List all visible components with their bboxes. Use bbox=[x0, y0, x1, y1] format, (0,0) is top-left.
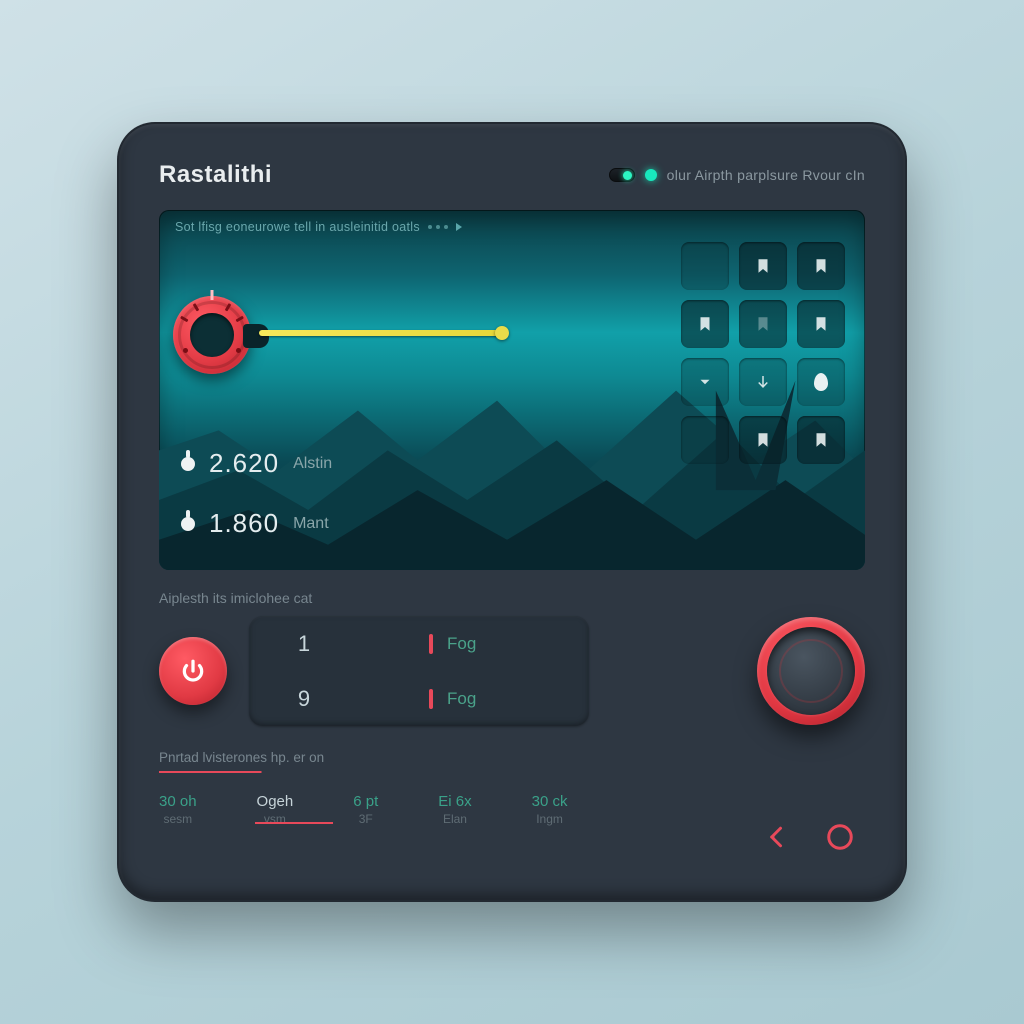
scale-option-0[interactable]: 30 oh sesm bbox=[159, 793, 197, 826]
scale-option-sub: 3F bbox=[353, 812, 378, 826]
section-1-label: Aiplesth its imiclohee cat bbox=[159, 590, 865, 606]
play-icon[interactable] bbox=[456, 223, 462, 231]
readout-1: 2.620 Alstin bbox=[181, 448, 332, 479]
status-cell-empty bbox=[681, 416, 729, 464]
bookmark-icon[interactable] bbox=[797, 300, 845, 348]
section-2-label: Pnrtad lvisterones hp. er on bbox=[159, 750, 865, 765]
scale-option-4[interactable]: 30 ck Ingm bbox=[532, 793, 568, 826]
controls-row: 1 Fog 9 Fog bbox=[159, 616, 865, 726]
scale-option-label: 30 ck bbox=[532, 793, 568, 810]
bookmark-icon[interactable] bbox=[797, 242, 845, 290]
mode-row-2-num: 9 bbox=[269, 686, 339, 712]
divider-icon bbox=[429, 634, 433, 654]
display-caption-text: Sot lfisg eoneurowe tell in ausleinitid … bbox=[175, 220, 420, 234]
header-right: olur Airpth parplsure Rvour cIn bbox=[609, 167, 865, 183]
header: Rastalithi olur Airpth parplsure Rvour c… bbox=[159, 158, 865, 192]
mode-row-2-label[interactable]: Fog bbox=[447, 689, 569, 709]
scale-option-label: Ei 6x bbox=[438, 793, 471, 810]
scale-option-sub: sesm bbox=[159, 812, 197, 826]
power-button[interactable] bbox=[159, 637, 227, 705]
scale-option-sub: Elan bbox=[438, 812, 471, 826]
main-display: Sot lfisg eoneurowe tell in ausleinitid … bbox=[159, 210, 865, 570]
readout-2-value: 1.860 bbox=[209, 508, 279, 539]
down-arrow-icon[interactable] bbox=[739, 358, 787, 406]
toggle-indicator[interactable] bbox=[609, 168, 635, 182]
readout-2: 1.860 Mant bbox=[181, 508, 329, 539]
rotary-knob[interactable] bbox=[757, 617, 865, 725]
scale-option-sub: vsm bbox=[257, 812, 294, 826]
scale-option-label: 6 pt bbox=[353, 793, 378, 810]
scale-option-2[interactable]: 6 pt 3F bbox=[353, 793, 378, 826]
bookmark-icon[interactable] bbox=[681, 300, 729, 348]
app-title: Rastalithi bbox=[159, 161, 272, 189]
back-button[interactable] bbox=[761, 820, 795, 854]
dial-pointer-icon bbox=[211, 290, 214, 300]
bookmark-icon[interactable] bbox=[739, 300, 787, 348]
header-status-text: olur Airpth parplsure Rvour cIn bbox=[667, 167, 865, 183]
scale-option-sub: Ingm bbox=[532, 812, 568, 826]
mode-row-1-num: 1 bbox=[269, 631, 339, 657]
device-panel: Rastalithi olur Airpth parplsure Rvour c… bbox=[117, 122, 907, 902]
pin-icon bbox=[181, 517, 195, 531]
display-caption: Sot lfisg eoneurowe tell in ausleinitid … bbox=[175, 220, 462, 234]
readout-2-label: Mant bbox=[293, 515, 329, 533]
scale-option-label: Ogeh bbox=[257, 793, 294, 810]
scale-option-1[interactable]: Ogeh vsm bbox=[257, 793, 294, 826]
section-2-underline bbox=[159, 771, 625, 773]
status-led-icon bbox=[645, 169, 657, 181]
pin-icon bbox=[181, 457, 195, 471]
bookmark-icon[interactable] bbox=[739, 242, 787, 290]
scale-option-3[interactable]: Ei 6x Elan bbox=[438, 793, 471, 826]
readout-1-value: 2.620 bbox=[209, 448, 279, 479]
record-button[interactable] bbox=[823, 820, 857, 854]
divider-icon bbox=[429, 689, 433, 709]
status-icon-grid bbox=[681, 242, 851, 464]
bookmark-icon[interactable] bbox=[739, 416, 787, 464]
scale-option-label: 30 oh bbox=[159, 793, 197, 810]
chevron-down-icon[interactable] bbox=[681, 358, 729, 406]
readout-1-label: Alstin bbox=[293, 455, 332, 473]
bookmark-icon[interactable] bbox=[797, 416, 845, 464]
footer-controls bbox=[761, 820, 857, 854]
scale-selector: 30 oh sesm Ogeh vsm 6 pt 3F Ei 6x Elan 3… bbox=[159, 793, 865, 826]
mode-panel: 1 Fog 9 Fog bbox=[249, 616, 589, 726]
mode-row-1-label[interactable]: Fog bbox=[447, 634, 569, 654]
drop-icon[interactable] bbox=[797, 358, 845, 406]
ellipsis-icon bbox=[428, 225, 448, 229]
status-cell-empty bbox=[681, 242, 729, 290]
